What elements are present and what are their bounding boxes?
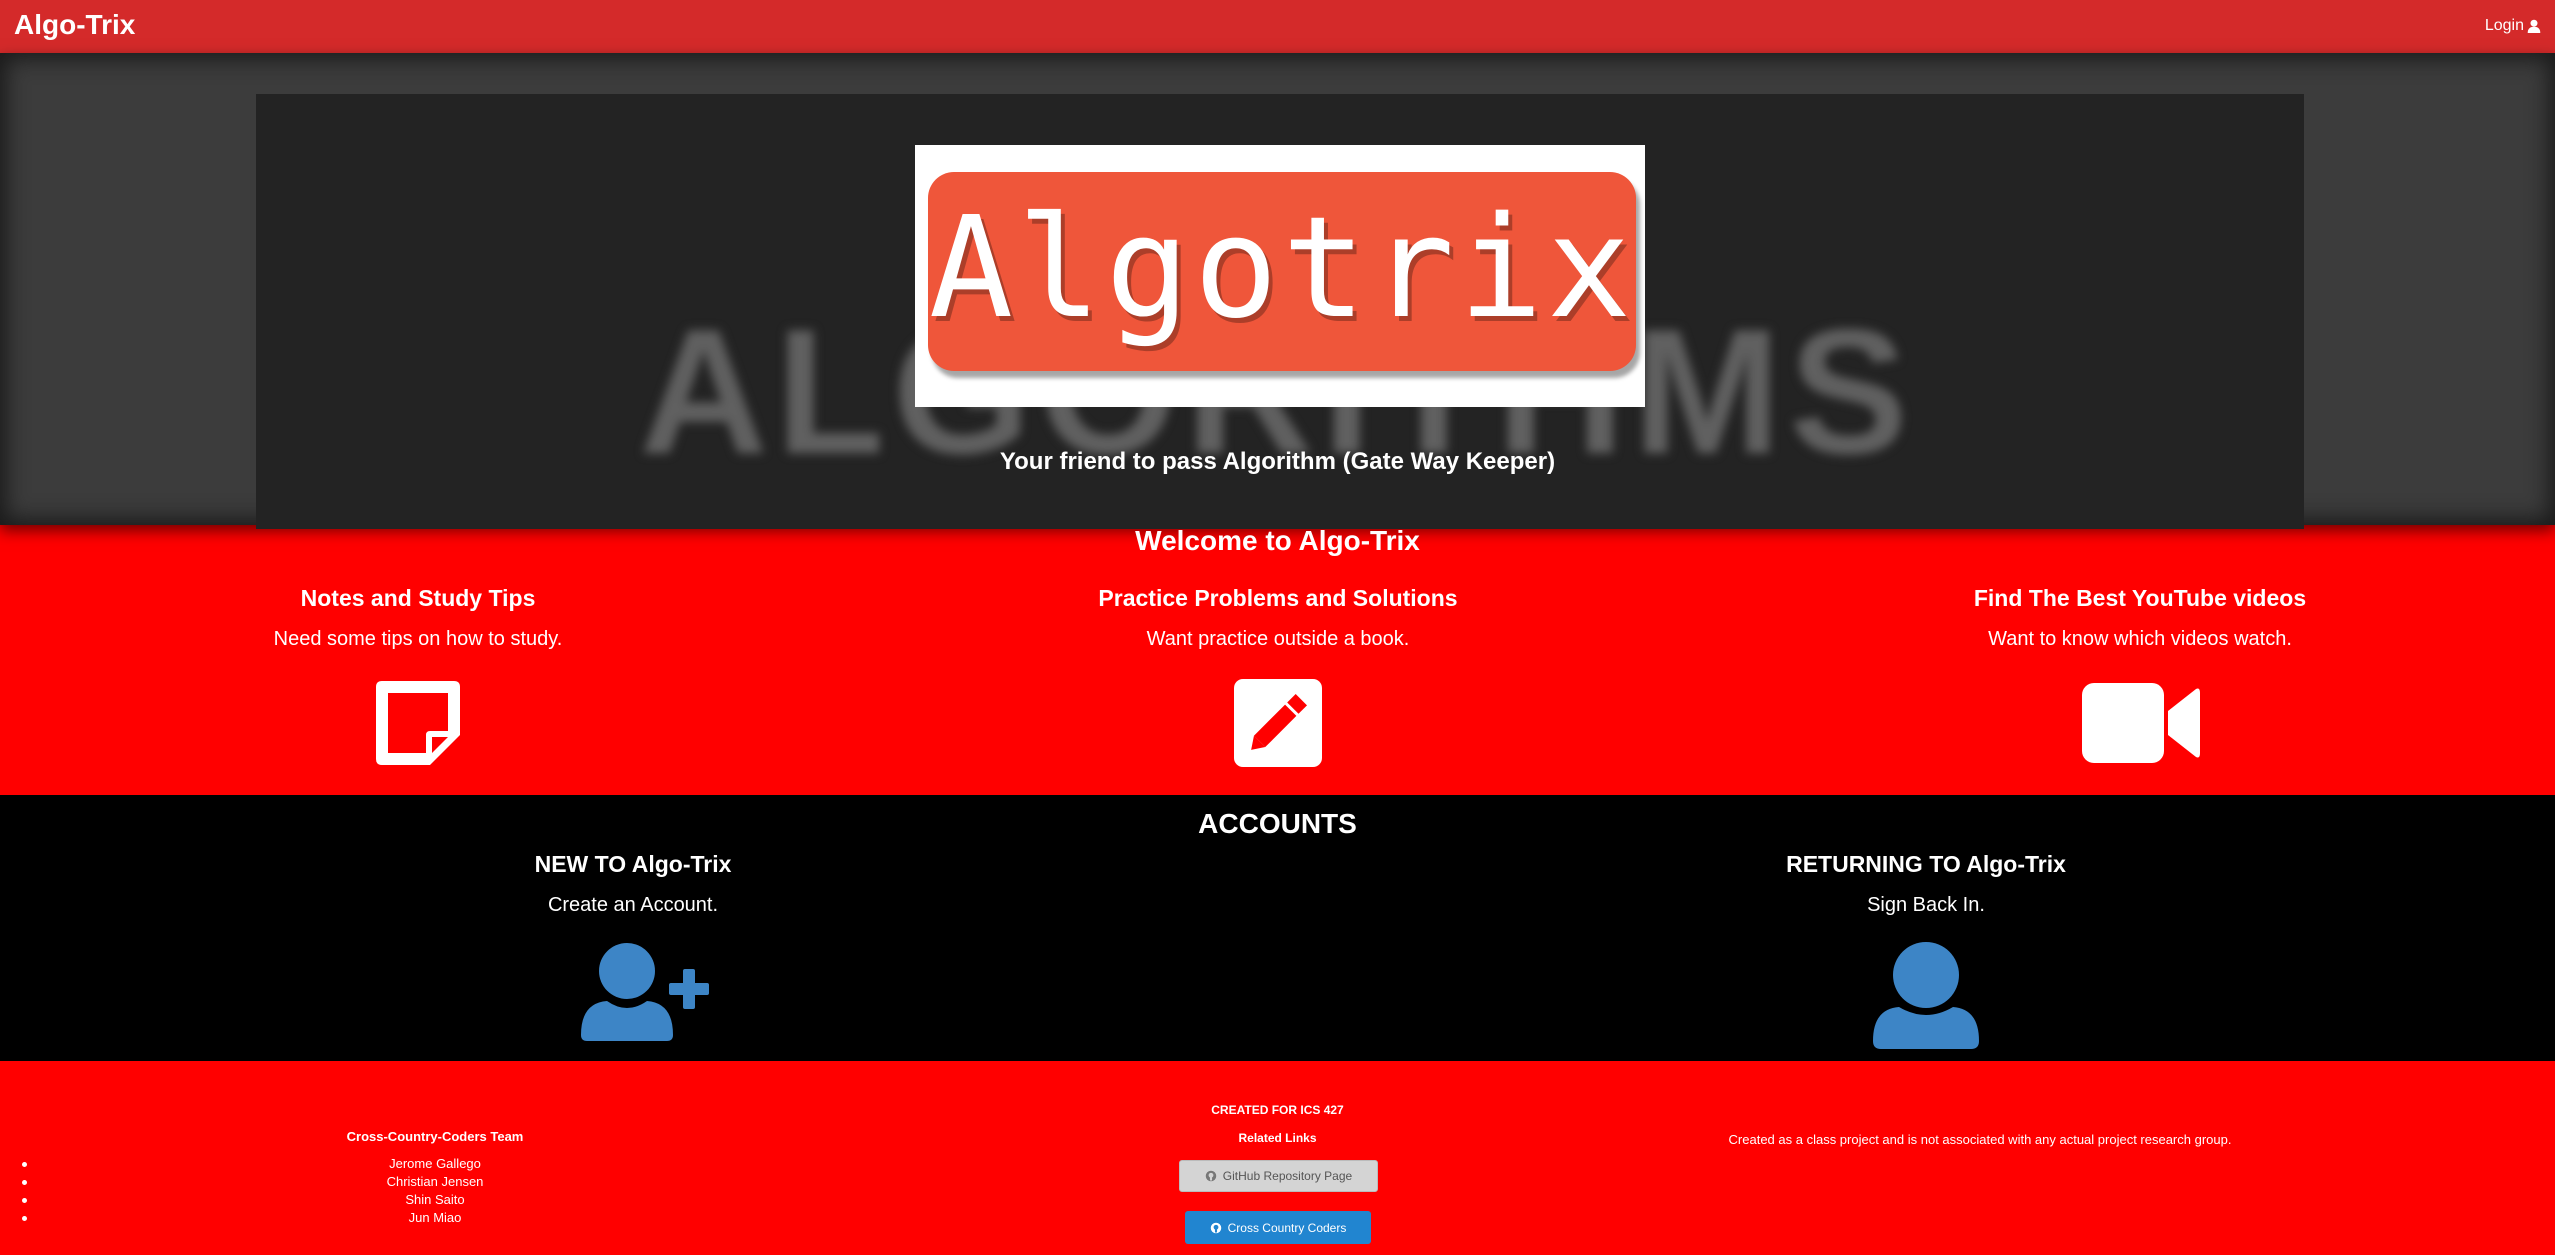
cross-country-coders-button[interactable]: Cross Country Coders [1185, 1211, 1371, 1244]
accounts-section: ACCOUNTS NEW TO Algo-Trix Create an Acco… [0, 795, 2555, 1061]
returning-account-card: RETURNING TO Algo-Trix Sign Back In. [1526, 851, 2326, 1051]
github-button-label: GitHub Repository Page [1222, 1169, 1353, 1183]
login-label: Login [2484, 17, 2524, 34]
algotrix-logo: Algotrix [915, 145, 1645, 407]
feature-practice: Practice Problems and Solutions Want pra… [878, 585, 1678, 775]
feature-title: Find The Best YouTube videos [1973, 585, 2307, 611]
feature-subtitle: Want to know which videos watch. [1988, 628, 2292, 650]
logo-pill: Algotrix [928, 172, 1636, 371]
github-icon [1205, 1170, 1217, 1182]
logo-text: Algotrix [928, 187, 1636, 350]
feature-notes: Notes and Study Tips Need some tips on h… [18, 585, 818, 775]
user-icon[interactable] [1871, 941, 1981, 1049]
github-repository-button[interactable]: GitHub Repository Page [1179, 1160, 1378, 1192]
welcome-title: Welcome to Algo-Trix [1135, 525, 1420, 556]
new-account-card: NEW TO Algo-Trix Create an Account. [233, 851, 1033, 1051]
sticky-note-icon[interactable] [370, 675, 466, 771]
user-icon [2527, 19, 2541, 33]
feature-title: Notes and Study Tips [300, 585, 536, 611]
ccc-button-label: Cross Country Coders [1227, 1220, 1347, 1235]
video-camera-icon[interactable] [2080, 675, 2200, 771]
returning-account-title: RETURNING TO Algo-Trix [1786, 851, 2066, 877]
new-account-title: NEW TO Algo-Trix [534, 851, 732, 877]
team-member: Christian Jensen [0, 1173, 870, 1191]
team-list: Jerome Gallego Christian Jensen Shin Sai… [0, 1155, 870, 1227]
feature-subtitle: Need some tips on how to study. [273, 628, 563, 650]
feature-title: Practice Problems and Solutions [1098, 585, 1458, 611]
github-icon [1210, 1222, 1221, 1233]
accounts-title: ACCOUNTS [1198, 808, 1357, 839]
team-member: Jun Miao [0, 1209, 870, 1227]
created-for-label: CREATED FOR ICS 427 [1211, 1103, 1344, 1117]
pencil-square-icon[interactable] [1230, 675, 1326, 771]
new-account-subtitle: Create an Account. [547, 894, 719, 916]
navbar: Algo-Trix Login [0, 0, 2555, 53]
hero-tagline: Your friend to pass Algorithm (Gate Way … [999, 448, 1556, 475]
hero-banner: ALGORITHMS Algotrix Your friend to pass … [0, 53, 2555, 529]
team-member: Jerome Gallego [0, 1155, 870, 1173]
feature-subtitle: Want practice outside a book. [1146, 628, 1410, 650]
feature-videos: Find The Best YouTube videos Want to kno… [1740, 585, 2540, 775]
add-user-icon[interactable] [579, 941, 719, 1041]
login-link[interactable]: Login [2485, 17, 2541, 35]
team-member: Shin Saito [0, 1191, 870, 1209]
brand-link[interactable]: Algo-Trix [14, 9, 135, 41]
returning-account-subtitle: Sign Back In. [1867, 894, 1985, 916]
disclaimer-text: Created as a class project and is not as… [1728, 1132, 2232, 1147]
